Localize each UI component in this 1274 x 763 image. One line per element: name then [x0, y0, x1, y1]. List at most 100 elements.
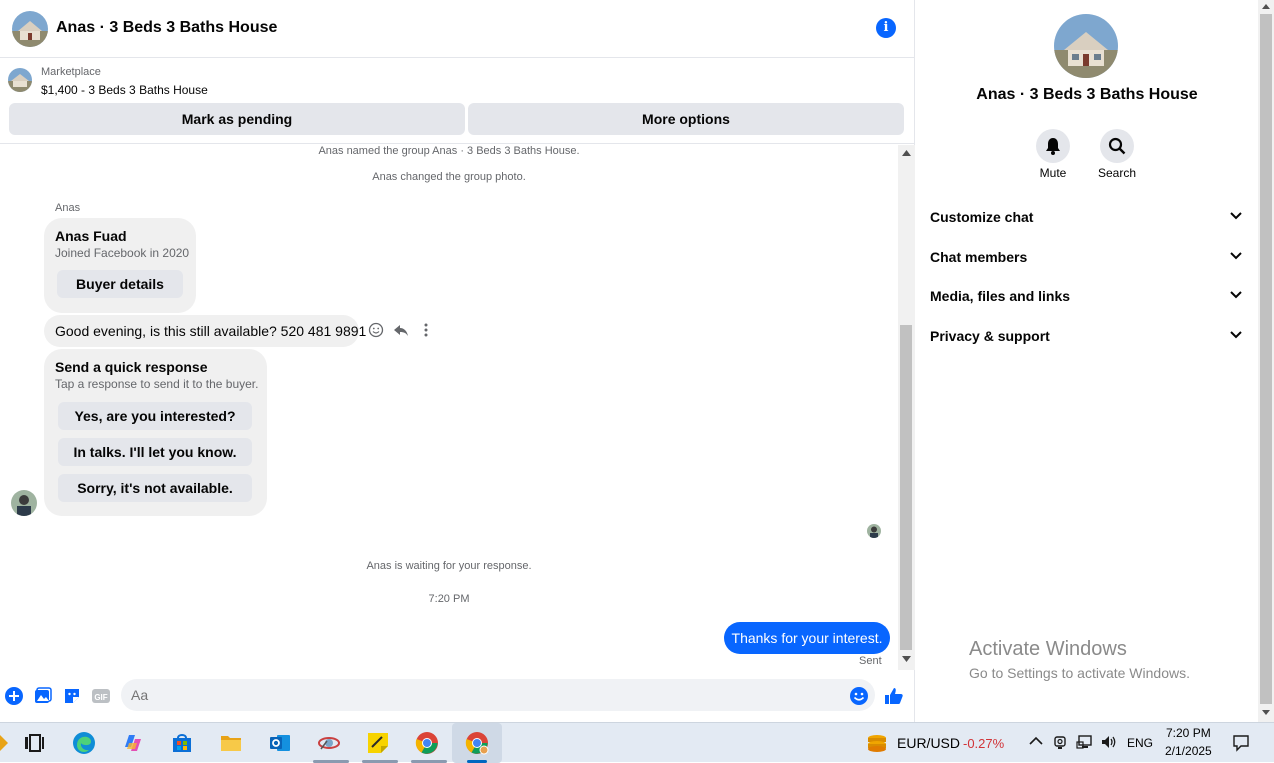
buyer-joined: Joined Facebook in 2020 — [55, 246, 190, 260]
message-composer: GIF — [0, 677, 915, 717]
section-media-files-links[interactable]: Media, files and links — [930, 288, 1242, 312]
group-photo[interactable] — [1054, 14, 1118, 78]
section-label: Privacy & support — [930, 328, 1050, 344]
message-list: Anas named the group Anas · 3 Beds 3 Bat… — [0, 145, 898, 670]
emoji-icon[interactable] — [849, 686, 869, 706]
buyer-name: Anas Fuad — [55, 228, 127, 244]
system-message: Anas changed the group photo. — [372, 171, 526, 183]
outlook-icon[interactable] — [268, 731, 292, 755]
chevron-down-icon — [1230, 252, 1242, 260]
mute-label: Mute — [1039, 166, 1067, 180]
chevron-down-icon — [1230, 291, 1242, 299]
sender-name: Anas — [55, 202, 81, 214]
watermark-title: Activate Windows — [969, 638, 1127, 660]
watermark-subtitle: Go to Settings to activate Windows. — [969, 665, 1190, 681]
windows-taskbar: EUR/USD -0.27% ENG 7:20 PM 2/1/2025 — [0, 722, 1274, 763]
more-options-button[interactable]: More options — [468, 103, 904, 135]
ticker-pair[interactable]: EUR/USD — [897, 735, 960, 751]
reply-icon[interactable] — [393, 322, 409, 338]
activate-windows-watermark: Activate Windows Go to Settings to activ… — [969, 638, 1190, 681]
bell-icon — [1046, 138, 1060, 155]
mark-as-pending-button[interactable]: Mark as pending — [9, 103, 465, 135]
scroll-down-arrow-icon[interactable] — [902, 656, 911, 662]
chrome-profile-icon[interactable] — [465, 731, 489, 755]
details-title: Anas · 3 Beds 3 Baths House — [976, 86, 1198, 103]
sender-avatar[interactable] — [11, 490, 37, 516]
search-icon — [1108, 137, 1126, 155]
widget-edge-icon[interactable] — [0, 735, 8, 751]
like-thumb-icon[interactable] — [884, 686, 904, 706]
chrome-icon[interactable] — [415, 731, 439, 755]
section-customize-chat[interactable]: Customize chat — [930, 209, 1242, 233]
sticky-notes-icon[interactable] — [366, 731, 390, 755]
quick-response-option[interactable]: Sorry, it's not available. — [58, 474, 252, 502]
marketplace-banner: Marketplace $1,400 - 3 Beds 3 Baths Hous… — [0, 58, 915, 144]
sent-status: Sent — [859, 655, 882, 667]
search-label: Search — [1097, 166, 1137, 180]
quick-response-card: Send a quick response Tap a response to … — [44, 349, 267, 516]
search-button[interactable] — [1100, 129, 1134, 163]
messenger-app: Anas · 3 Beds 3 Baths House i Marketplac… — [0, 0, 1274, 722]
microsoft-store-icon[interactable] — [170, 731, 194, 755]
page-scrollbar-thumb[interactable] — [1260, 14, 1272, 704]
quick-response-option[interactable]: Yes, are you interested? — [58, 402, 252, 430]
info-icon[interactable]: i — [876, 18, 896, 38]
conversation-header: Anas · 3 Beds 3 Baths House i — [0, 0, 915, 58]
page-scrollbar[interactable] — [1258, 0, 1274, 722]
quick-response-subtitle: Tap a response to send it to the buyer. — [55, 377, 259, 391]
buyer-profile-card: Anas Fuad Joined Facebook in 2020 Buyer … — [44, 218, 196, 313]
group-avatar[interactable] — [12, 11, 48, 47]
photo-icon[interactable] — [33, 686, 53, 706]
chat-details-panel: Anas · 3 Beds 3 Baths House Mute Search … — [916, 0, 1258, 722]
svg-text:GIF: GIF — [94, 693, 107, 702]
section-label: Customize chat — [930, 209, 1034, 225]
message-text: Good evening, is this still available? 5… — [55, 323, 367, 339]
message-input[interactable] — [121, 679, 875, 711]
quick-response-title: Send a quick response — [55, 359, 208, 375]
scroll-up-arrow-icon[interactable] — [1262, 4, 1270, 9]
ticker-change[interactable]: -0.27% — [963, 736, 1004, 751]
react-emoji-icon[interactable] — [368, 322, 384, 338]
quick-response-option[interactable]: In talks. I'll let you know. — [58, 438, 252, 466]
incoming-message[interactable]: Good evening, is this still available? 5… — [44, 315, 366, 347]
scrollbar-thumb[interactable] — [900, 325, 912, 650]
task-view-icon[interactable] — [22, 731, 46, 755]
section-label: Media, files and links — [930, 288, 1071, 304]
file-explorer-icon[interactable] — [219, 731, 243, 755]
chat-scrollbar[interactable] — [898, 145, 915, 670]
scroll-up-arrow-icon[interactable] — [902, 150, 911, 156]
waiting-notice: Anas is waiting for your response. — [366, 560, 532, 572]
section-privacy-support[interactable]: Privacy & support — [930, 328, 1242, 352]
more-actions-icon[interactable] — [418, 322, 434, 338]
notifications-icon[interactable] — [1232, 734, 1250, 752]
read-receipt-avatar — [867, 524, 881, 538]
mute-button[interactable] — [1036, 129, 1070, 163]
chevron-up-icon[interactable] — [1029, 736, 1043, 746]
section-chat-members[interactable]: Chat members — [930, 249, 1242, 273]
copilot-icon[interactable] — [121, 731, 145, 755]
clock-date[interactable]: 2/1/2025 — [1165, 744, 1212, 758]
system-message: Anas named the group Anas · 3 Beds 3 Bat… — [318, 145, 580, 157]
gif-icon[interactable]: GIF — [91, 686, 111, 706]
listing-title[interactable]: $1,400 - 3 Beds 3 Baths House — [41, 83, 208, 97]
marketplace-label: Marketplace — [41, 66, 101, 78]
sticker-icon[interactable] — [62, 686, 82, 706]
outgoing-message[interactable]: Thanks for your interest. — [724, 622, 890, 654]
language-indicator[interactable]: ENG — [1127, 736, 1153, 750]
satellite-app-icon[interactable] — [317, 731, 341, 755]
meet-now-icon[interactable] — [1053, 734, 1069, 750]
listing-thumbnail[interactable] — [8, 68, 32, 92]
finance-ticker-icon[interactable] — [865, 731, 889, 755]
chevron-down-icon — [1230, 331, 1242, 339]
chevron-down-icon — [1230, 212, 1242, 220]
section-label: Chat members — [930, 249, 1028, 265]
conversation-title[interactable]: Anas · 3 Beds 3 Baths House — [56, 19, 277, 37]
conversation-pane: Anas · 3 Beds 3 Baths House i Marketplac… — [0, 0, 915, 722]
plus-icon[interactable] — [4, 686, 24, 706]
clock-time[interactable]: 7:20 PM — [1166, 726, 1211, 740]
scroll-down-arrow-icon[interactable] — [1262, 710, 1270, 715]
network-icon[interactable] — [1076, 734, 1094, 750]
volume-icon[interactable] — [1100, 734, 1118, 750]
buyer-details-button[interactable]: Buyer details — [57, 270, 183, 298]
edge-browser-icon[interactable] — [72, 731, 96, 755]
